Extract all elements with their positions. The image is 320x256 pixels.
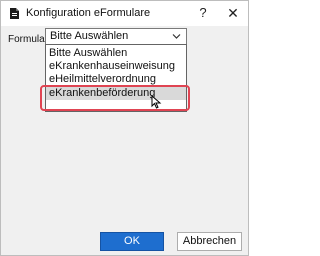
mouse-cursor-icon bbox=[151, 95, 162, 109]
select-value: Bitte Auswählen bbox=[50, 30, 129, 42]
ok-button[interactable]: OK bbox=[100, 232, 164, 251]
dropdown-option[interactable]: Bitte Auswählen bbox=[46, 46, 186, 60]
close-icon[interactable]: ✕ bbox=[223, 3, 243, 23]
dropdown-option[interactable]: eHeilmittelverordnung bbox=[46, 72, 186, 86]
help-icon[interactable]: ? bbox=[193, 3, 213, 23]
highlight-box bbox=[40, 85, 190, 111]
dropdown-option[interactable]: eKrankenhauseinweisung bbox=[46, 59, 186, 73]
formular-select[interactable]: Bitte Auswählen bbox=[45, 28, 187, 45]
formular-label: Formular bbox=[8, 34, 49, 45]
title-bar: Konfiguration eFormulare ? ✕ bbox=[1, 1, 248, 26]
dialog-window: Konfiguration eFormulare ? ✕ Formular Bi… bbox=[0, 0, 249, 256]
window-title: Konfiguration eFormulare bbox=[26, 7, 151, 19]
cancel-button[interactable]: Abbrechen bbox=[177, 232, 242, 251]
app-icon bbox=[10, 8, 19, 19]
chevron-down-icon bbox=[172, 34, 181, 39]
